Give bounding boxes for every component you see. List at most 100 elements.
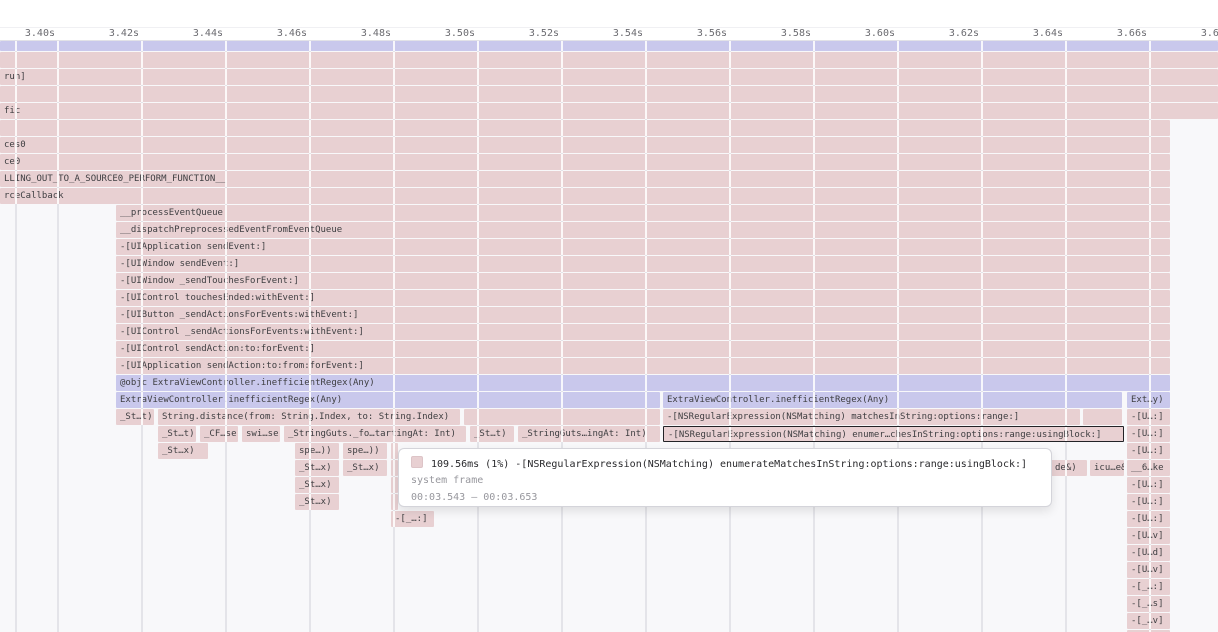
time-tick-label: 3.40s bbox=[0, 28, 55, 40]
frame[interactable]: -[U…:] bbox=[1127, 511, 1170, 527]
frame[interactable]: String.distance(from: String.Index, to: … bbox=[158, 409, 460, 425]
frame[interactable]: _StringGuts…ingAt: Int) bbox=[518, 426, 660, 442]
time-tick-label: 3.58s bbox=[751, 28, 811, 40]
tooltip-title: 109.56ms (1%) -[NSRegularExpression(NSMa… bbox=[431, 459, 1027, 470]
frame[interactable]: icu…e&) bbox=[1090, 460, 1124, 476]
frame[interactable]: -[UIControl touchesEnded:withEvent:] bbox=[116, 290, 1170, 306]
frame-label: -[U…v] bbox=[1131, 531, 1164, 541]
frame-label: run] bbox=[4, 72, 26, 82]
time-tick-label: 3.42s bbox=[79, 28, 139, 40]
frame-label: _St…t) bbox=[120, 412, 153, 422]
frame[interactable]: _CF…se bbox=[200, 426, 238, 442]
frame[interactable]: -[UIButton _sendActionsForEvents:withEve… bbox=[116, 307, 1170, 323]
timeline-ruler[interactable]: 3.40s3.42s3.44s3.46s3.48s3.50s3.52s3.54s… bbox=[0, 0, 1218, 41]
frame[interactable] bbox=[391, 494, 398, 510]
frame-label: _StringGuts._fo…tartingAt: Int) bbox=[288, 429, 456, 439]
frame[interactable]: rceCallback bbox=[0, 188, 1170, 204]
frame[interactable]: -[U…:] bbox=[1127, 477, 1170, 493]
frame[interactable]: -[_…v] bbox=[1127, 613, 1170, 629]
frame[interactable]: -[UIWindow _sendTouchesForEvent:] bbox=[116, 273, 1170, 289]
time-tick-label: 3.54s bbox=[583, 28, 643, 40]
frame-label: @objc ExtraViewController.inefficientReg… bbox=[120, 378, 375, 388]
frame[interactable]: run] bbox=[0, 69, 1218, 85]
frame[interactable]: -[_…:] bbox=[1127, 579, 1170, 595]
frame-label: __processEventQueue bbox=[120, 208, 223, 218]
frame-label: -[U…:] bbox=[1131, 446, 1164, 456]
frame-label: swi…se bbox=[246, 429, 279, 439]
frame[interactable]: -[U…v] bbox=[1127, 562, 1170, 578]
frame[interactable]: -[_…:] bbox=[391, 511, 434, 527]
frame[interactable] bbox=[0, 86, 1218, 102]
frame[interactable]: -[U…:] bbox=[1127, 494, 1170, 510]
frame-selected[interactable]: -[NSRegularExpression(NSMatching) enumer… bbox=[663, 426, 1124, 442]
frame[interactable]: _St…t) bbox=[470, 426, 514, 442]
frame[interactable]: _St…x) bbox=[295, 477, 339, 493]
frame[interactable]: -[U…:] bbox=[1127, 443, 1170, 459]
frame[interactable]: @objc ExtraViewController.inefficientReg… bbox=[116, 375, 1170, 391]
frame[interactable]: -[NSRegularExpression(NSMatching) matche… bbox=[663, 409, 1080, 425]
frame[interactable]: LLING_OUT_TO_A_SOURCE0_PERFORM_FUNCTION_… bbox=[0, 171, 1170, 187]
frame[interactable]: __dispatchPreprocessedEventFromEventQueu… bbox=[116, 222, 1170, 238]
frame[interactable]: spe…)) bbox=[295, 443, 339, 459]
frame[interactable]: ExtraViewController.inefficientRegex(Any… bbox=[116, 392, 660, 408]
frame-label: -[U…:] bbox=[1131, 429, 1164, 439]
frame[interactable]: -[UIApplication sendAction:to:from:forEv… bbox=[116, 358, 1170, 374]
frame[interactable]: _St…x) bbox=[158, 443, 208, 459]
frame[interactable] bbox=[1083, 409, 1122, 425]
frame-tooltip: 109.56ms (1%) -[NSRegularExpression(NSMa… bbox=[398, 448, 1052, 507]
frame-label: -[UIControl touchesEnded:withEvent:] bbox=[120, 293, 315, 303]
frame[interactable]: -[UIControl sendAction:to:forEvent:] bbox=[116, 341, 1170, 357]
frame-label: -[_…:] bbox=[395, 514, 428, 524]
frame-label: -[U…:] bbox=[1131, 497, 1164, 507]
frame-label: -[U…v] bbox=[1131, 565, 1164, 575]
frame[interactable]: __processEventQueue bbox=[116, 205, 1170, 221]
frame[interactable]: __6…ke bbox=[1127, 460, 1170, 476]
frame[interactable] bbox=[391, 443, 398, 459]
frame[interactable]: ce0 bbox=[0, 154, 1170, 170]
time-tick-label: 3.44s bbox=[163, 28, 223, 40]
frame[interactable]: _St…t) bbox=[158, 426, 196, 442]
frame-label: -[UIApplication sendAction:to:from:forEv… bbox=[120, 361, 364, 371]
frame[interactable] bbox=[464, 409, 660, 425]
frame[interactable] bbox=[0, 120, 1170, 136]
frame[interactable]: swi…se bbox=[242, 426, 280, 442]
frame[interactable]: Ext…y) bbox=[1127, 392, 1170, 408]
frame-label: -[UIApplication sendEvent:] bbox=[120, 242, 266, 252]
frame[interactable]: _St…x) bbox=[295, 494, 339, 510]
frame[interactable]: _St…x) bbox=[295, 460, 339, 476]
frame[interactable]: -[UIApplication sendEvent:] bbox=[116, 239, 1170, 255]
frame[interactable]: ces0 bbox=[0, 137, 1170, 153]
frame[interactable] bbox=[391, 477, 398, 493]
frame[interactable]: -[U…v] bbox=[1127, 528, 1170, 544]
frame-label: ExtraViewController.inefficientRegex(Any… bbox=[120, 395, 342, 405]
frame[interactable]: _StringGuts._fo…tartingAt: Int) bbox=[284, 426, 466, 442]
time-tick-label: 3.50s bbox=[415, 28, 475, 40]
frame-label: -[U…:] bbox=[1131, 514, 1164, 524]
frame[interactable]: _St…x) bbox=[343, 460, 387, 476]
frame[interactable]: _St…t) bbox=[116, 409, 154, 425]
frame-label: -[U…:] bbox=[1131, 412, 1164, 422]
frame[interactable]: -[U…d] bbox=[1127, 545, 1170, 561]
time-tick-label: 3.62s bbox=[919, 28, 979, 40]
frame-label: _St…x) bbox=[347, 463, 380, 473]
frame[interactable]: fic bbox=[0, 103, 1218, 119]
frame-label: ExtraViewController.inefficientRegex(Any… bbox=[667, 395, 889, 405]
frame[interactable] bbox=[0, 41, 1218, 51]
frame-label: ces0 bbox=[4, 140, 26, 150]
frame[interactable] bbox=[391, 460, 398, 476]
frame[interactable]: -[U…:] bbox=[1127, 409, 1170, 425]
flame-chart[interactable]: run] fic ces0 ce0LLING_OUT_TO_A_SOURCE0_PER… bbox=[0, 41, 1218, 632]
frame[interactable]: -[UIControl _sendActionsForEvents:withEv… bbox=[116, 324, 1170, 340]
frame[interactable]: -[_…s] bbox=[1127, 596, 1170, 612]
frame[interactable] bbox=[0, 52, 1218, 68]
frame[interactable]: ExtraViewController.inefficientRegex(Any… bbox=[663, 392, 1122, 408]
frame-label: -[NSRegularExpression(NSMatching) enumer… bbox=[668, 430, 1101, 440]
frame[interactable]: spe…)) bbox=[343, 443, 387, 459]
frame-label: _CF…se bbox=[204, 429, 237, 439]
frame-label: -[_…s] bbox=[1131, 599, 1164, 609]
frame[interactable]: -[U…:] bbox=[1127, 426, 1170, 442]
frame[interactable]: -[UIWindow sendEvent:] bbox=[116, 256, 1170, 272]
time-tick-label: 3.60s bbox=[835, 28, 895, 40]
frame[interactable]: de&) bbox=[1051, 460, 1087, 476]
tooltip-title-line: 109.56ms (1%) -[NSRegularExpression(NSMa… bbox=[411, 456, 1039, 472]
